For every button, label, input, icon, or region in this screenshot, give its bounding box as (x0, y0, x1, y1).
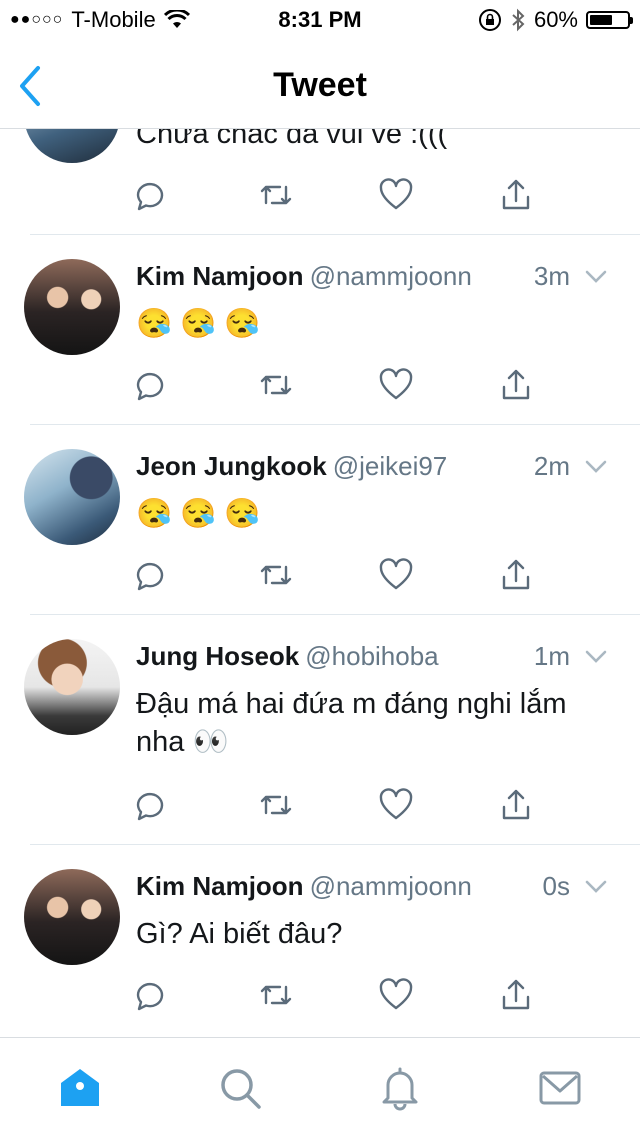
retweet-icon[interactable] (256, 555, 296, 595)
tweet-header: Jung Hoseok @hobihoba 1m (136, 641, 610, 677)
tweet[interactable]: Jeon Jungkook @jeikei97 2m 😪 😪 😪 (0, 425, 640, 615)
author-name[interactable]: Jung Hoseok (136, 641, 299, 671)
author-handle[interactable]: @nammjoonn (310, 261, 472, 291)
chevron-down-icon[interactable] (584, 267, 608, 287)
avatar[interactable] (24, 449, 120, 545)
share-icon[interactable] (496, 175, 536, 215)
reply-icon[interactable] (130, 175, 170, 215)
author-handle[interactable]: @nammjoonn (310, 871, 472, 901)
reply-icon[interactable] (130, 975, 170, 1015)
share-icon[interactable] (496, 975, 536, 1015)
tweet[interactable]: Kim Namjoon @nammjoonn 0s Gì? Ai biết đâu… (0, 845, 640, 1035)
share-icon[interactable] (496, 555, 536, 595)
tweet[interactable]: Kim Namjoon @nammjoonn 3m 😪 😪 😪 (0, 235, 640, 425)
tweet-actions (130, 365, 550, 405)
heart-icon[interactable] (376, 555, 416, 595)
page-title: Tweet (273, 66, 367, 104)
tweet-thread[interactable]: Chưa chắc đã vui vẻ :((( Kim Namjoon @nam… (0, 129, 640, 1037)
reply-icon[interactable] (130, 365, 170, 405)
heart-icon[interactable] (376, 785, 416, 825)
share-icon[interactable] (496, 365, 536, 405)
navigation-bar: Tweet (0, 40, 640, 129)
heart-icon[interactable] (376, 365, 416, 405)
author-handle[interactable]: @jeikei97 (333, 451, 448, 481)
battery-fill (590, 15, 612, 25)
tweet-text: Chưa chắc đã vui vẻ :((( (136, 129, 448, 150)
home-icon[interactable] (56, 1064, 104, 1112)
tweet-header: Kim Namjoon @nammjoonn 3m (136, 261, 610, 297)
author-name[interactable]: Jeon Jungkook (136, 451, 327, 481)
tweet-text: Đậu má hai đứa m đáng nghi lắm nha 👀 (136, 688, 567, 758)
tweet-actions (130, 175, 550, 215)
orientation-lock-icon (478, 9, 501, 31)
avatar[interactable] (24, 869, 120, 965)
reply-icon[interactable] (130, 785, 170, 825)
tweet-text: Gì? Ai biết đâu? (136, 918, 343, 950)
mail-icon[interactable] (536, 1064, 584, 1112)
chevron-down-icon[interactable] (584, 647, 608, 667)
status-right-group: 60% (478, 7, 633, 33)
tweet-actions (130, 785, 550, 825)
tweet-text: 😪 😪 😪 (136, 498, 261, 530)
tweet-header: Kim Namjoon @nammjoonn 0s (136, 871, 610, 907)
tweet-actions (130, 555, 550, 595)
heart-icon[interactable] (376, 175, 416, 215)
tab-bar (0, 1037, 640, 1136)
avatar[interactable] (24, 129, 120, 163)
author-name[interactable]: Kim Namjoon (136, 871, 304, 901)
tweet-timestamp: 3m (533, 261, 570, 291)
status-bar: ●●○○○ T-Mobile 8:31 PM 60% (0, 0, 640, 40)
search-icon[interactable] (216, 1064, 264, 1112)
tweet-partial[interactable]: Chưa chắc đã vui vẻ :((( (0, 129, 640, 235)
share-icon[interactable] (496, 785, 536, 825)
avatar[interactable] (24, 639, 120, 735)
battery-percent: 60% (533, 7, 578, 32)
tweet-actions (130, 975, 550, 1015)
retweet-icon[interactable] (256, 975, 296, 1015)
tweet-timestamp: 0s (542, 871, 570, 901)
tweet-timestamp: 1m (533, 641, 570, 671)
bluetooth-icon (512, 8, 525, 32)
retweet-icon[interactable] (256, 365, 296, 405)
battery-icon (586, 11, 633, 29)
heart-icon[interactable] (376, 975, 416, 1015)
tweet-text: 😪 😪 😪 (136, 308, 261, 340)
retweet-icon[interactable] (256, 785, 296, 825)
avatar[interactable] (24, 259, 120, 355)
tweet-header: Jeon Jungkook @jeikei97 2m (136, 451, 610, 487)
chevron-down-icon[interactable] (584, 457, 608, 477)
bell-icon[interactable] (376, 1064, 424, 1112)
author-handle[interactable]: @hobihoba (305, 641, 438, 671)
author-name[interactable]: Kim Namjoon (136, 261, 304, 291)
tweet-timestamp: 2m (533, 451, 570, 481)
chevron-down-icon[interactable] (584, 877, 608, 897)
tweet[interactable]: Jung Hoseok @hobihoba 1m Đậu má hai đứa m… (0, 615, 640, 845)
reply-icon[interactable] (130, 555, 170, 595)
retweet-icon[interactable] (256, 175, 296, 215)
